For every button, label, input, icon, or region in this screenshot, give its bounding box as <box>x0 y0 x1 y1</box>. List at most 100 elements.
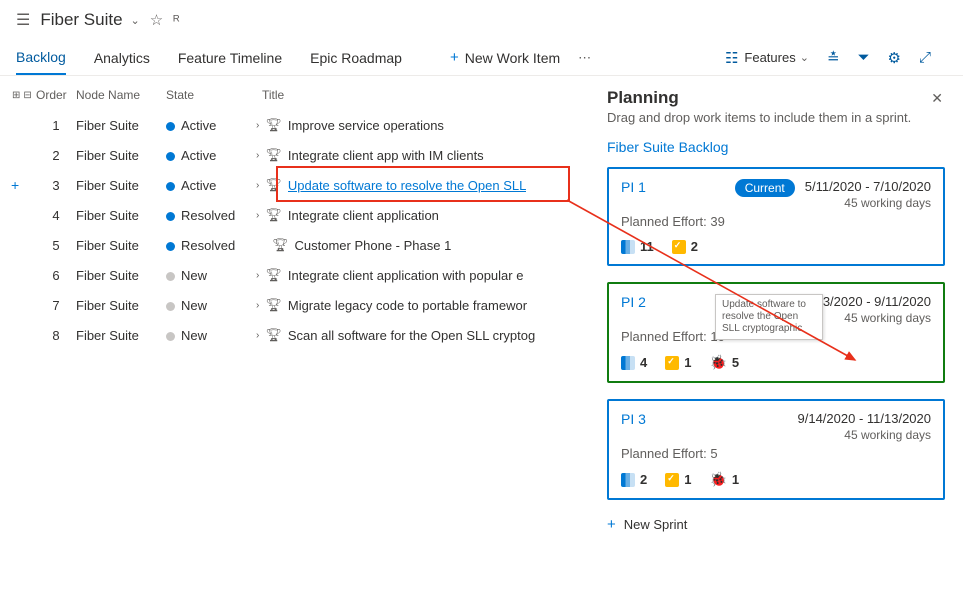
gear-icon[interactable]: ⚙ <box>888 49 901 67</box>
sprint-name[interactable]: PI 1 <box>621 179 646 195</box>
expand-chevron-icon[interactable]: › <box>256 180 259 191</box>
current-badge: Current <box>735 179 795 197</box>
bug-count-icon: 🐞 <box>709 471 726 488</box>
col-state[interactable]: State <box>166 88 256 102</box>
cell-order: 1 <box>36 118 76 133</box>
table-row[interactable]: 8 Fiber Suite New › 🏆︎ Scan all software… <box>0 320 583 350</box>
cell-state: New <box>166 298 256 313</box>
bug-count: 5 <box>732 355 739 370</box>
close-icon[interactable]: ✕ <box>931 90 943 107</box>
plus-icon: + <box>607 516 616 533</box>
feature-trophy-icon: 🏆︎ <box>265 147 282 163</box>
sprint-working-days: 45 working days <box>805 196 931 210</box>
row-title-text: Customer Phone - Phase 1 <box>295 238 452 253</box>
cell-state: New <box>166 328 256 343</box>
collapse-all-icon[interactable]: ⊟ <box>23 90 31 101</box>
expand-all-icon[interactable]: ⊞ <box>12 90 20 101</box>
breadcrumb-title[interactable]: Fiber Suite <box>40 10 122 30</box>
fullscreen-icon[interactable]: ⤢ <box>919 49 931 66</box>
people-icon[interactable]: ᴿ <box>173 12 179 28</box>
cell-title[interactable]: › 🏆︎ Integrate client application with p… <box>256 267 583 283</box>
cell-node: Fiber Suite <box>76 328 166 343</box>
cell-order: 3 <box>36 178 76 193</box>
task-count: 1 <box>684 472 691 487</box>
sprint-card[interactable]: PI 2 7/13/2020 - 9/11/202045 working day… <box>607 282 945 383</box>
feature-count-icon <box>621 240 635 254</box>
tab-feature-timeline[interactable]: Feature Timeline <box>178 42 282 74</box>
backlog-link[interactable]: Fiber Suite Backlog <box>607 139 945 155</box>
sprint-dates: 5/11/2020 - 7/10/202045 working days <box>805 179 931 210</box>
work-counts: 4 1 🐞5 <box>621 354 931 371</box>
filter-funnel-icon[interactable]: ⏷ <box>858 49 870 66</box>
backlog-hierarchy-icon: ☰ <box>16 10 30 30</box>
cell-state: Resolved <box>166 208 256 223</box>
tab-epic-roadmap[interactable]: Epic Roadmap <box>310 42 402 74</box>
feature-trophy-icon: 🏆︎ <box>265 267 282 283</box>
feature-trophy-icon: 🏆︎ <box>265 327 282 343</box>
backlog-grid: ⊞⊟ Order Node Name State Title 1 Fiber S… <box>0 76 583 543</box>
row-title-text: Migrate legacy code to portable framewor <box>288 298 527 313</box>
expand-chevron-icon[interactable]: › <box>256 150 259 161</box>
table-row[interactable]: 4 Fiber Suite Resolved › 🏆︎ Integrate cl… <box>0 200 583 230</box>
table-row[interactable]: 1 Fiber Suite Active › 🏆︎ Improve servic… <box>0 110 583 140</box>
expand-chevron-icon[interactable]: › <box>256 300 259 311</box>
sprint-card[interactable]: PI 1 Current 5/11/2020 - 7/10/202045 wor… <box>607 167 945 266</box>
favorite-icon[interactable]: ☆ <box>150 11 163 29</box>
cell-node: Fiber Suite <box>76 298 166 313</box>
row-title-text: Integrate client app with IM clients <box>288 148 484 163</box>
table-row[interactable]: 7 Fiber Suite New › 🏆︎ Migrate legacy co… <box>0 290 583 320</box>
col-order[interactable]: Order <box>36 88 76 102</box>
row-title-text: Integrate client application with popula… <box>288 268 524 283</box>
feature-count: 11 <box>640 239 654 254</box>
tab-analytics[interactable]: Analytics <box>94 42 150 74</box>
expand-chevron-icon[interactable]: › <box>256 210 259 221</box>
cell-state: Resolved <box>166 238 256 253</box>
tab-backlog[interactable]: Backlog <box>16 41 66 75</box>
row-title-text: Improve service operations <box>288 118 444 133</box>
table-row[interactable]: 6 Fiber Suite New › 🏆︎ Integrate client … <box>0 260 583 290</box>
cell-title[interactable]: › 🏆︎ Scan all software for the Open SLL … <box>256 327 583 343</box>
cell-node: Fiber Suite <box>76 238 166 253</box>
chevron-down-icon[interactable]: ⌄ <box>131 14 140 27</box>
cell-order: 4 <box>36 208 76 223</box>
cell-node: Fiber Suite <box>76 268 166 283</box>
feature-count-icon <box>621 473 635 487</box>
expand-chevron-icon[interactable]: › <box>256 120 259 131</box>
cell-title[interactable]: › 🏆︎ Integrate client app with IM client… <box>256 147 583 163</box>
sprint-name[interactable]: PI 3 <box>621 411 646 427</box>
cell-title[interactable]: 🏆︎ Customer Phone - Phase 1 <box>256 237 583 253</box>
planned-effort: Planned Effort: 39 <box>621 214 931 229</box>
table-row[interactable]: 5 Fiber Suite Resolved 🏆︎ Customer Phone… <box>0 230 583 260</box>
planned-effort: Planned Effort: 5 <box>621 446 931 461</box>
cell-title[interactable]: › 🏆︎ Integrate client application <box>256 207 583 223</box>
cell-node: Fiber Suite <box>76 178 166 193</box>
cell-state: Active <box>166 118 256 133</box>
cell-title[interactable]: › 🏆︎ Migrate legacy code to portable fra… <box>256 297 583 313</box>
sprint-name[interactable]: PI 2 <box>621 294 646 310</box>
col-title[interactable]: Title <box>256 88 583 102</box>
feature-count: 2 <box>640 472 647 487</box>
cell-state: Active <box>166 178 256 193</box>
expand-chevron-icon[interactable]: › <box>256 270 259 281</box>
more-actions-icon[interactable]: ⋯ <box>578 50 591 66</box>
add-icon[interactable]: + <box>0 177 19 193</box>
table-row[interactable]: 2 Fiber Suite Active › 🏆︎ Integrate clie… <box>0 140 583 170</box>
bug-count-icon: 🐞 <box>709 354 726 371</box>
cell-title[interactable]: › 🏆︎ Update software to resolve the Open… <box>256 177 583 193</box>
new-sprint-button[interactable]: + New Sprint <box>607 516 945 533</box>
tabs-bar: Backlog Analytics Feature Timeline Epic … <box>0 36 963 76</box>
new-work-item-button[interactable]: + New Work Item <box>444 45 566 70</box>
level-filter-dropdown[interactable]: ☷ Features ⌄ <box>725 49 809 67</box>
cell-order: 7 <box>36 298 76 313</box>
bug-count: 1 <box>732 472 739 487</box>
cell-state: New <box>166 268 256 283</box>
expand-chevron-icon[interactable]: › <box>256 330 259 341</box>
cell-node: Fiber Suite <box>76 208 166 223</box>
settings-sliders-icon[interactable]: ≛ <box>827 49 840 67</box>
sprint-working-days: 45 working days <box>805 311 931 325</box>
cell-node: Fiber Suite <box>76 148 166 163</box>
table-row[interactable]: + 3 Fiber Suite Active › 🏆︎ Update softw… <box>0 170 583 200</box>
cell-title[interactable]: › 🏆︎ Improve service operations <box>256 117 583 133</box>
sprint-card[interactable]: PI 3 9/14/2020 - 11/13/202045 working da… <box>607 399 945 500</box>
col-node[interactable]: Node Name <box>76 88 166 102</box>
